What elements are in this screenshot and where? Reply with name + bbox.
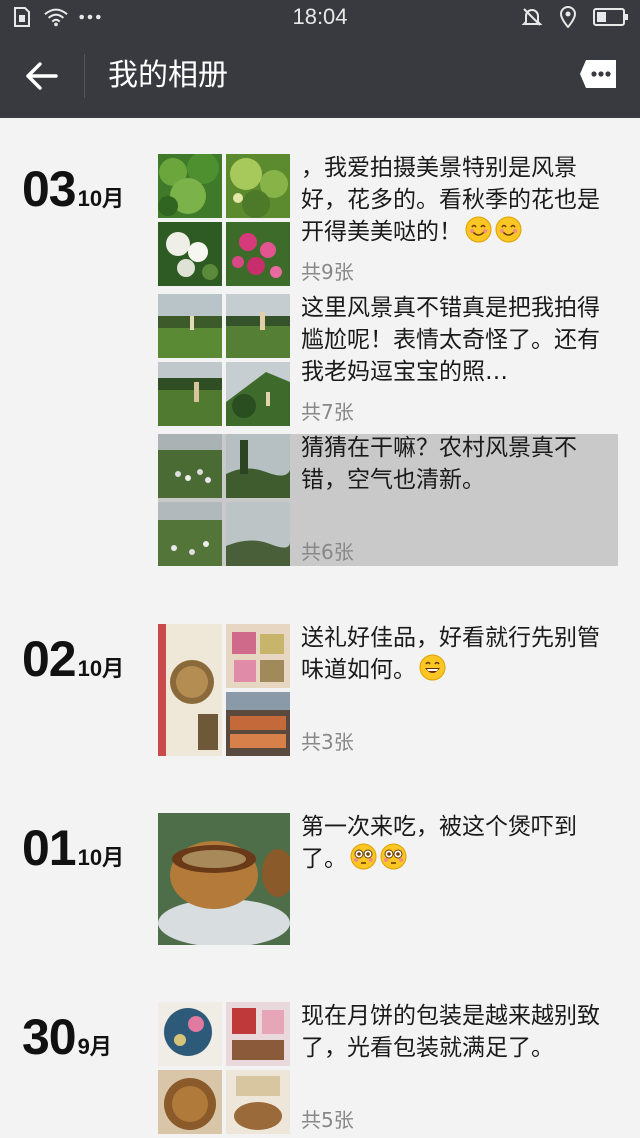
post-caption: 猜猜在干嘛？农村风景真不错，空气也清新。 xyxy=(301,435,577,493)
photo-thumbnail[interactable] xyxy=(158,434,222,498)
post-caption-text: 第一次来吃，被这个煲吓到了。 xyxy=(301,814,577,872)
post-caption: 现在月饼的包装是越来越别致了，光看包装就满足了。 xyxy=(301,1003,600,1061)
photo-thumbnail[interactable] xyxy=(226,1002,290,1066)
photo-thumbnail[interactable] xyxy=(158,813,290,945)
photo-thumbnail[interactable] xyxy=(226,502,290,566)
date-month: 10月 xyxy=(77,656,125,681)
photo-count: 共5张 xyxy=(301,1108,354,1132)
photo-thumbnail[interactable] xyxy=(158,1070,222,1134)
photo-count: 共7张 xyxy=(301,400,354,424)
photo-thumbnail[interactable] xyxy=(226,692,290,756)
post-caption: ，我爱拍摄美景特别是风景好，花多的。看秋季的花也是开得美美哒的！ xyxy=(301,152,606,248)
photo-grid[interactable] xyxy=(158,154,290,286)
back-button[interactable] xyxy=(20,54,64,98)
album-post-selected[interactable]: 猜猜在干嘛？农村风景真不错，空气也清新。 共6张 xyxy=(158,434,618,566)
photo-grid[interactable] xyxy=(158,434,290,566)
flushed-emoji-icon xyxy=(350,843,377,870)
more-button[interactable] xyxy=(578,58,618,90)
album-list[interactable]: 0310月 ，我爱拍摄美景特别是风景好，花多的。看秋季的花也是开得美美哒的！ 共… xyxy=(0,118,640,1138)
date-day: 03 xyxy=(22,161,77,217)
photo-grid[interactable] xyxy=(158,1002,290,1134)
photo-thumbnail[interactable] xyxy=(226,624,290,688)
photo-grid[interactable] xyxy=(158,294,290,426)
smile-blush-emoji-icon xyxy=(465,216,492,243)
photo-thumbnail[interactable] xyxy=(158,502,222,566)
post-caption-text: ，我爱拍摄美景特别是风景好，花多的。看秋季的花也是开得美美哒的！ xyxy=(301,155,600,245)
date-month: 10月 xyxy=(77,186,125,211)
photo-count: 共9张 xyxy=(301,260,354,284)
album-post[interactable]: 送礼好佳品，好看就行先别管味道如何。 共3张 xyxy=(158,624,618,756)
photo-thumbnail[interactable] xyxy=(226,294,290,358)
photo-grid[interactable] xyxy=(158,813,290,945)
smile-blush-emoji-icon xyxy=(495,216,522,243)
date-label: 0210月 xyxy=(22,630,124,688)
photo-thumbnail[interactable] xyxy=(158,362,222,426)
header-divider xyxy=(84,54,85,98)
date-label: 309月 xyxy=(22,1008,112,1066)
back-arrow-icon xyxy=(26,62,58,90)
album-post[interactable]: ，我爱拍摄美景特别是风景好，花多的。看秋季的花也是开得美美哒的！ 共9张 xyxy=(158,154,618,286)
status-bar: 18:04 xyxy=(0,0,640,34)
post-caption: 第一次来吃，被这个煲吓到了。 xyxy=(301,811,606,875)
photo-count: 共3张 xyxy=(301,730,354,754)
photo-thumbnail[interactable] xyxy=(226,222,290,286)
battery-icon xyxy=(592,5,630,29)
date-month: 9月 xyxy=(77,1034,112,1059)
post-caption-text: 送礼好佳品，好看就行先别管味道如何。 xyxy=(301,625,600,683)
photo-thumbnail[interactable] xyxy=(226,1070,290,1134)
mute-bell-icon xyxy=(520,5,544,29)
flushed-emoji-icon xyxy=(380,843,407,870)
page-title: 我的相册 xyxy=(108,58,228,93)
photo-thumbnail[interactable] xyxy=(158,1002,222,1066)
post-caption: 这里风景真不错真是把我拍得尴尬呢！表情太奇怪了。还有我老妈逗宝宝的照… xyxy=(301,295,600,385)
photo-grid[interactable] xyxy=(158,624,290,756)
album-post[interactable]: 第一次来吃，被这个煲吓到了。 xyxy=(158,813,618,945)
photo-thumbnail[interactable] xyxy=(226,154,290,218)
location-icon xyxy=(556,5,580,29)
date-day: 30 xyxy=(22,1009,77,1065)
album-post[interactable]: 现在月饼的包装是越来越别致了，光看包装就满足了。 共5张 xyxy=(158,1002,618,1134)
date-label: 0110月 xyxy=(22,819,124,877)
header: 我的相册 xyxy=(0,34,640,118)
post-caption: 送礼好佳品，好看就行先别管味道如何。 xyxy=(301,622,606,686)
more-icon xyxy=(580,60,616,88)
photo-thumbnail[interactable] xyxy=(158,624,222,756)
photo-count: 共6张 xyxy=(301,540,354,564)
photo-thumbnail[interactable] xyxy=(158,154,222,218)
album-post[interactable]: 这里风景真不错真是把我拍得尴尬呢！表情太奇怪了。还有我老妈逗宝宝的照… 共7张 xyxy=(158,294,618,426)
photo-thumbnail[interactable] xyxy=(226,434,290,498)
photo-thumbnail[interactable] xyxy=(226,362,290,426)
date-month: 10月 xyxy=(77,845,125,870)
date-day: 01 xyxy=(22,820,77,876)
date-day: 02 xyxy=(22,631,77,687)
date-label: 0310月 xyxy=(22,160,124,218)
grin-emoji-icon xyxy=(419,654,446,681)
photo-thumbnail[interactable] xyxy=(158,222,222,286)
photo-thumbnail[interactable] xyxy=(158,294,222,358)
